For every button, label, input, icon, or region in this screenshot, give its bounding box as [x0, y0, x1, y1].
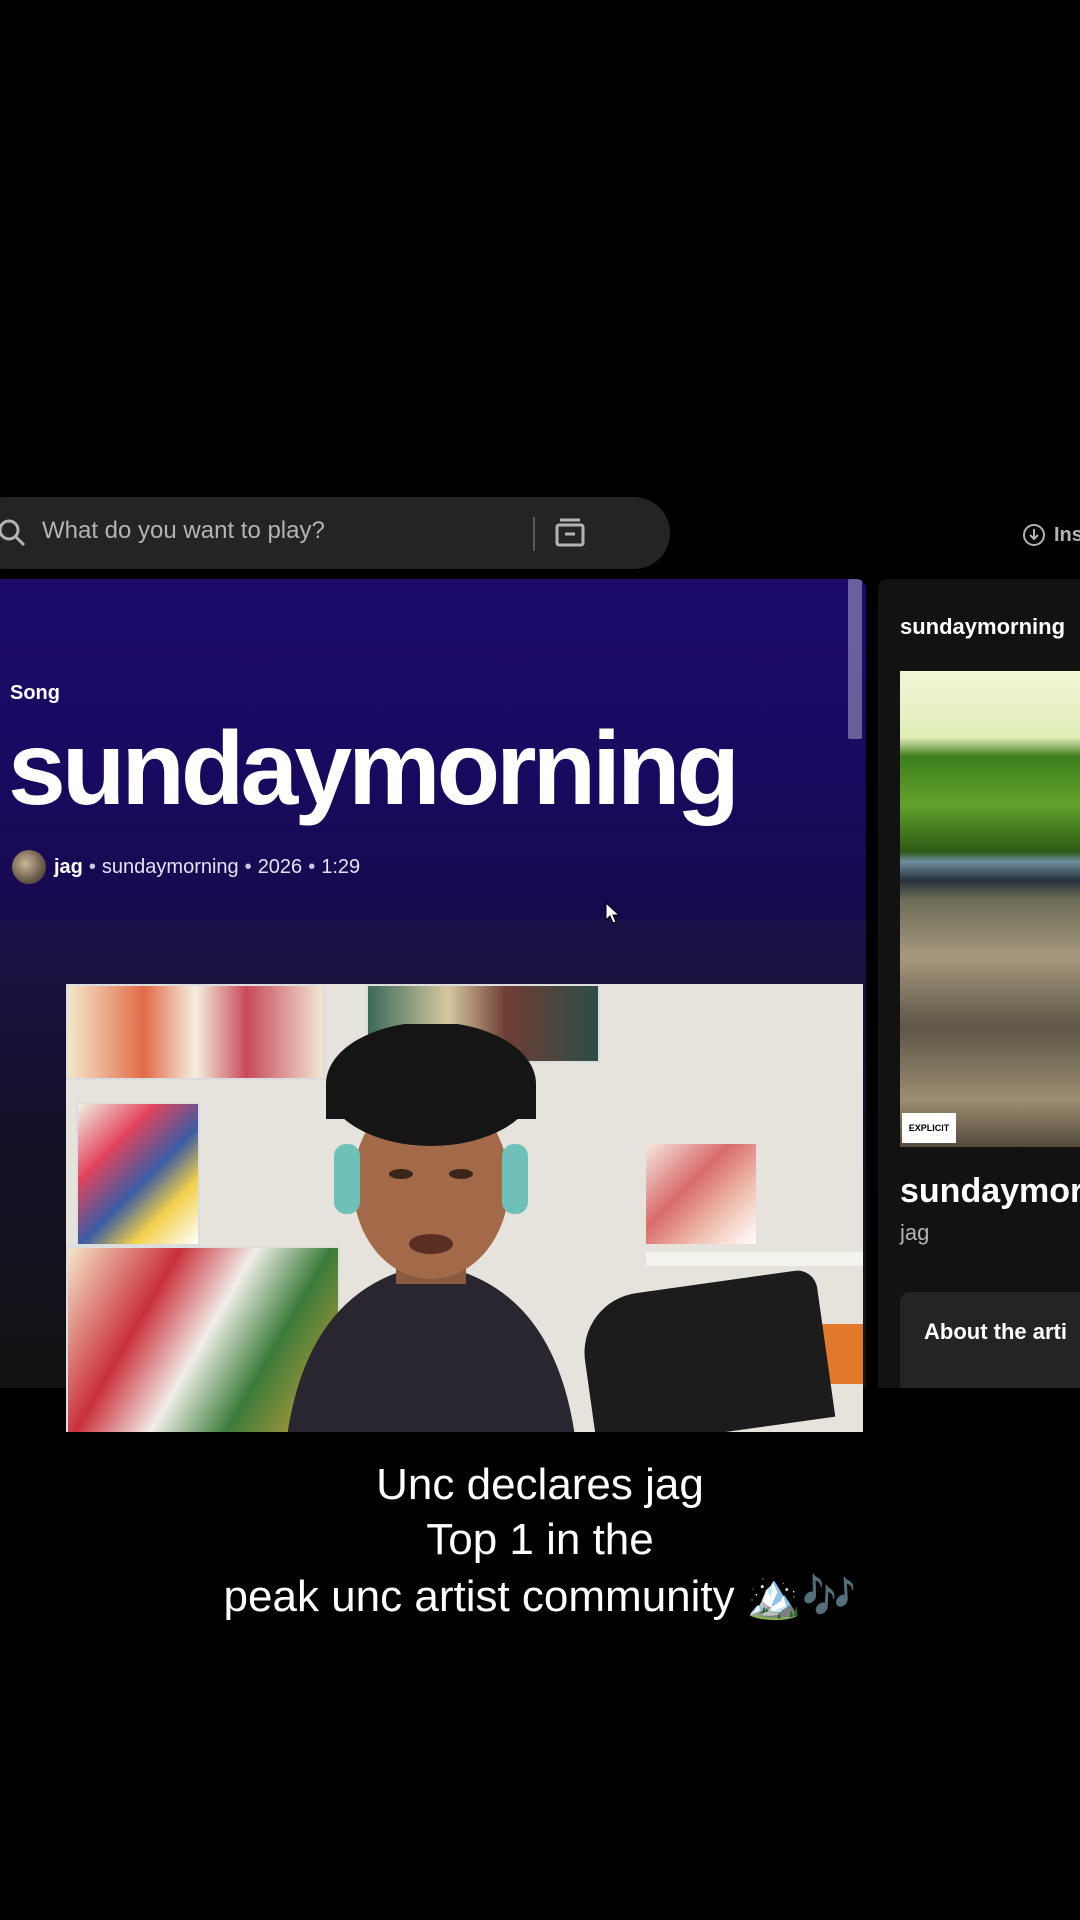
microphone	[576, 1268, 836, 1432]
mouse-cursor-icon	[605, 902, 621, 924]
separator-dot: •	[244, 855, 252, 878]
search-input[interactable]: What do you want to play?	[42, 517, 325, 545]
caption-line: peak unc artist community 🏔️🎶	[223, 1572, 857, 1621]
person	[287, 1024, 575, 1432]
release-year: 2026	[257, 855, 303, 878]
scrollbar[interactable]	[848, 579, 862, 739]
wall-painting	[646, 1144, 756, 1244]
album-cover: EXPLICIT	[900, 671, 1080, 1147]
about-artist-card[interactable]: About the arti	[900, 1292, 1080, 1388]
about-artist-label: About the arti	[924, 1319, 1067, 1344]
download-icon	[1023, 524, 1045, 546]
shelf	[646, 1252, 863, 1266]
install-label: Ins	[1054, 523, 1080, 546]
now-playing-artist[interactable]: jag	[900, 1220, 929, 1246]
browse-icon[interactable]	[550, 513, 590, 553]
artist-avatar	[12, 850, 46, 884]
album-link[interactable]: sundaymorning	[102, 856, 239, 879]
wall-painting	[76, 1102, 200, 1246]
song-meta: jag • sundaymorning • 2026 • 1:29	[12, 850, 360, 884]
search-icon	[0, 519, 26, 547]
parental-advisory-badge: EXPLICIT	[902, 1113, 956, 1143]
caption-line: Unc declares jag	[376, 1460, 704, 1509]
search-divider	[533, 517, 535, 551]
song-duration: 1:29	[321, 855, 361, 878]
separator-dot: •	[88, 855, 96, 878]
webcam-overlay	[66, 984, 863, 1432]
search-bar[interactable]: What do you want to play?	[0, 497, 670, 569]
now-playing-track-title[interactable]: sundaymor	[900, 1172, 1080, 1211]
song-header: Song sundaymorning jag • sundaymorning •…	[0, 579, 866, 919]
caption-line: Top 1 in the	[426, 1515, 654, 1564]
now-playing-panel: sundaymorning EXPLICIT sundaymor jag Abo…	[878, 579, 1080, 1388]
song-title: sundaymorning	[8, 711, 740, 827]
artist-link[interactable]: jag	[54, 856, 83, 879]
separator-dot: •	[308, 855, 316, 878]
install-app-button[interactable]: Ins	[1022, 523, 1080, 547]
now-playing-panel-title[interactable]: sundaymorning	[900, 614, 1065, 640]
content-type-label: Song	[10, 682, 60, 704]
